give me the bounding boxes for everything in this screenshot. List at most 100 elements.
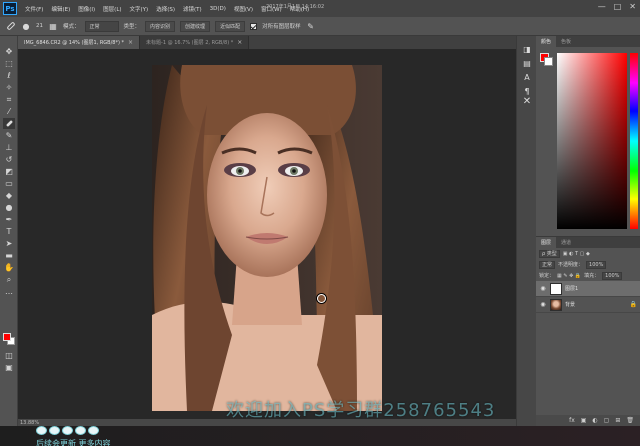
color-panel-tabs: 颜色 色板: [536, 36, 640, 47]
lasso-tool-icon[interactable]: ℓ: [3, 70, 15, 81]
menu-select[interactable]: 选择(S): [152, 5, 179, 13]
tab-color[interactable]: 颜色: [536, 36, 557, 47]
close-tab-icon[interactable]: ×: [128, 39, 133, 46]
tab-channels[interactable]: 通道: [556, 237, 576, 248]
menu-type[interactable]: 文字(Y): [126, 5, 153, 13]
menu-3d[interactable]: 3D(D): [206, 6, 230, 12]
fill-label: 填充：: [584, 273, 600, 279]
layers-footer: fx ▣ ◐ ▢ ⊞ 🗑: [536, 415, 640, 426]
layer-thumbnail: [550, 282, 562, 295]
overlay-dots: [36, 426, 99, 435]
background-color-mini[interactable]: [544, 57, 553, 66]
group-icon[interactable]: ▢: [604, 417, 610, 424]
saturation-value-field[interactable]: [557, 53, 627, 229]
healing-brush-tool-icon[interactable]: [3, 118, 15, 129]
clone-stamp-tool-icon[interactable]: ⊥: [3, 142, 15, 153]
tab-label: 未标题-1 @ 16.7% (图层 2, RGB/8) *: [146, 40, 234, 46]
menu-layer[interactable]: 图层(L): [99, 5, 125, 13]
proximity-match-button[interactable]: 近似匹配: [215, 20, 246, 32]
menu-edit[interactable]: 编辑(E): [47, 5, 74, 13]
history-icon[interactable]: ◨: [522, 44, 532, 54]
path-select-tool-icon[interactable]: ➤: [3, 238, 15, 249]
crop-tool-icon[interactable]: ⌗: [3, 94, 15, 105]
create-texture-button[interactable]: 创建纹理: [180, 20, 211, 32]
eraser-tool-icon[interactable]: ◩: [3, 166, 15, 177]
move-tool-icon[interactable]: ✥: [3, 46, 15, 57]
opacity-input[interactable]: 100%: [586, 260, 607, 269]
layer-name: 背景: [565, 302, 576, 308]
foreground-color-swatch[interactable]: [3, 333, 11, 341]
properties-icon[interactable]: ▤: [522, 58, 532, 68]
layer-kind-filter[interactable]: ρ 类型: [539, 249, 560, 258]
lock-label: 锁定：: [539, 273, 555, 279]
adjustment-icon[interactable]: ◐: [592, 417, 597, 424]
history-brush-tool-icon[interactable]: ↺: [3, 154, 15, 165]
quick-mask-icon[interactable]: ◫: [3, 350, 15, 361]
canvas-area[interactable]: 欢迎加入PS学习群258765543: [18, 49, 516, 419]
tools-panel: ✥ ⬚ ℓ ✧ ⌗ ⁄ ✎ ⊥ ↺ ◩ ▭ ◆ ● ✒ T ➤ ▬ ✋ ⌕ … …: [0, 36, 18, 426]
extra-tools-icon[interactable]: …: [3, 286, 15, 297]
brush-preset-picker[interactable]: ●: [21, 21, 31, 31]
eye-icon[interactable]: ◉: [539, 301, 547, 308]
lock-icon: 🔒: [629, 301, 637, 308]
tab-label: IMG_6846.CR2 @ 14% (图层1, RGB/8*) *: [24, 40, 125, 46]
lock-icons[interactable]: ▦ ✎ ✥ 🔒: [557, 273, 581, 279]
close-tab-icon[interactable]: ×: [237, 39, 242, 46]
close-window-button[interactable]: ✕: [629, 2, 636, 11]
trash-icon[interactable]: 🗑: [626, 417, 634, 424]
pen-tool-icon[interactable]: ✒: [3, 214, 15, 225]
dodge-tool-icon[interactable]: ●: [3, 202, 15, 213]
layer-row-background[interactable]: ◉ 背景 🔒: [536, 297, 640, 313]
pressure-icon[interactable]: ✎: [306, 21, 316, 31]
screen-mode-icon[interactable]: ▣: [3, 362, 15, 373]
tab-img-6846[interactable]: IMG_6846.CR2 @ 14% (图层1, RGB/8*) * ×: [18, 36, 141, 49]
brush-settings-icon[interactable]: ▦: [48, 21, 58, 31]
tab-swatches[interactable]: 色板: [556, 36, 576, 47]
brush-tool-icon[interactable]: ✎: [3, 130, 15, 141]
blend-mode-select[interactable]: 正常: [539, 260, 556, 269]
shape-tool-icon[interactable]: ▬: [3, 250, 15, 261]
menu-file[interactable]: 文件(F): [21, 5, 47, 13]
type-label: 类型：: [123, 24, 141, 30]
type-tool-icon[interactable]: T: [3, 226, 15, 237]
quick-select-tool-icon[interactable]: ✧: [3, 82, 15, 93]
photoshop-logo: Ps: [3, 2, 17, 15]
paragraph-icon[interactable]: ¶: [522, 86, 532, 96]
layer-row-layer1[interactable]: ◉ 图层1: [536, 281, 640, 297]
tools-icon[interactable]: ✕: [522, 96, 532, 107]
overlay-dot: [62, 426, 73, 435]
filter-icons[interactable]: ▣ ◐ T ▢ ◆: [563, 251, 590, 257]
content-aware-button[interactable]: 内容识别: [145, 20, 176, 32]
eye-icon[interactable]: ◉: [539, 285, 547, 292]
band-aid-icon[interactable]: [6, 21, 16, 31]
blur-tool-icon[interactable]: ◆: [3, 190, 15, 201]
document-tabs: IMG_6846.CR2 @ 14% (图层1, RGB/8*) * × 未标题…: [18, 36, 516, 49]
new-layer-icon[interactable]: ⊞: [615, 417, 620, 424]
zoom-tool-icon[interactable]: ⌕: [3, 274, 15, 285]
mask-icon[interactable]: ▣: [581, 417, 587, 424]
menu-image[interactable]: 图像(I): [74, 5, 99, 13]
menu-filter[interactable]: 滤镜(T): [179, 5, 206, 13]
tab-untitled-1[interactable]: 未标题-1 @ 16.7% (图层 2, RGB/8) * ×: [140, 36, 250, 49]
portrait-photo[interactable]: [152, 65, 382, 411]
minimize-button[interactable]: —: [598, 2, 606, 11]
character-icon[interactable]: A: [522, 72, 532, 82]
hue-slider[interactable]: [630, 53, 638, 229]
sample-all-layers-checkbox[interactable]: [250, 22, 258, 30]
eyedropper-tool-icon[interactable]: ⁄: [3, 106, 15, 117]
fx-icon[interactable]: fx: [569, 417, 575, 424]
maximize-button[interactable]: □: [614, 2, 622, 11]
title-timestamp: 2017年1月1日 14:16:02: [266, 4, 325, 10]
menu-view[interactable]: 视图(V): [230, 5, 257, 13]
menu-bar: Ps 文件(F) 编辑(E) 图像(I) 图层(L) 文字(Y) 选择(S) 滤…: [0, 0, 640, 17]
panel-dock: ◨ ▤ A ¶ ✕: [516, 36, 536, 426]
overlay-dot: [88, 426, 99, 435]
tab-layers[interactable]: 图层: [536, 237, 557, 248]
fill-input[interactable]: 100%: [602, 271, 623, 280]
mode-select[interactable]: 正常: [84, 20, 119, 32]
gradient-tool-icon[interactable]: ▭: [3, 178, 15, 189]
overlay-dot: [49, 426, 60, 435]
layers-panel-tabs: 图层 通道: [536, 237, 640, 248]
hand-tool-icon[interactable]: ✋: [3, 262, 15, 273]
marquee-tool-icon[interactable]: ⬚: [3, 58, 15, 69]
